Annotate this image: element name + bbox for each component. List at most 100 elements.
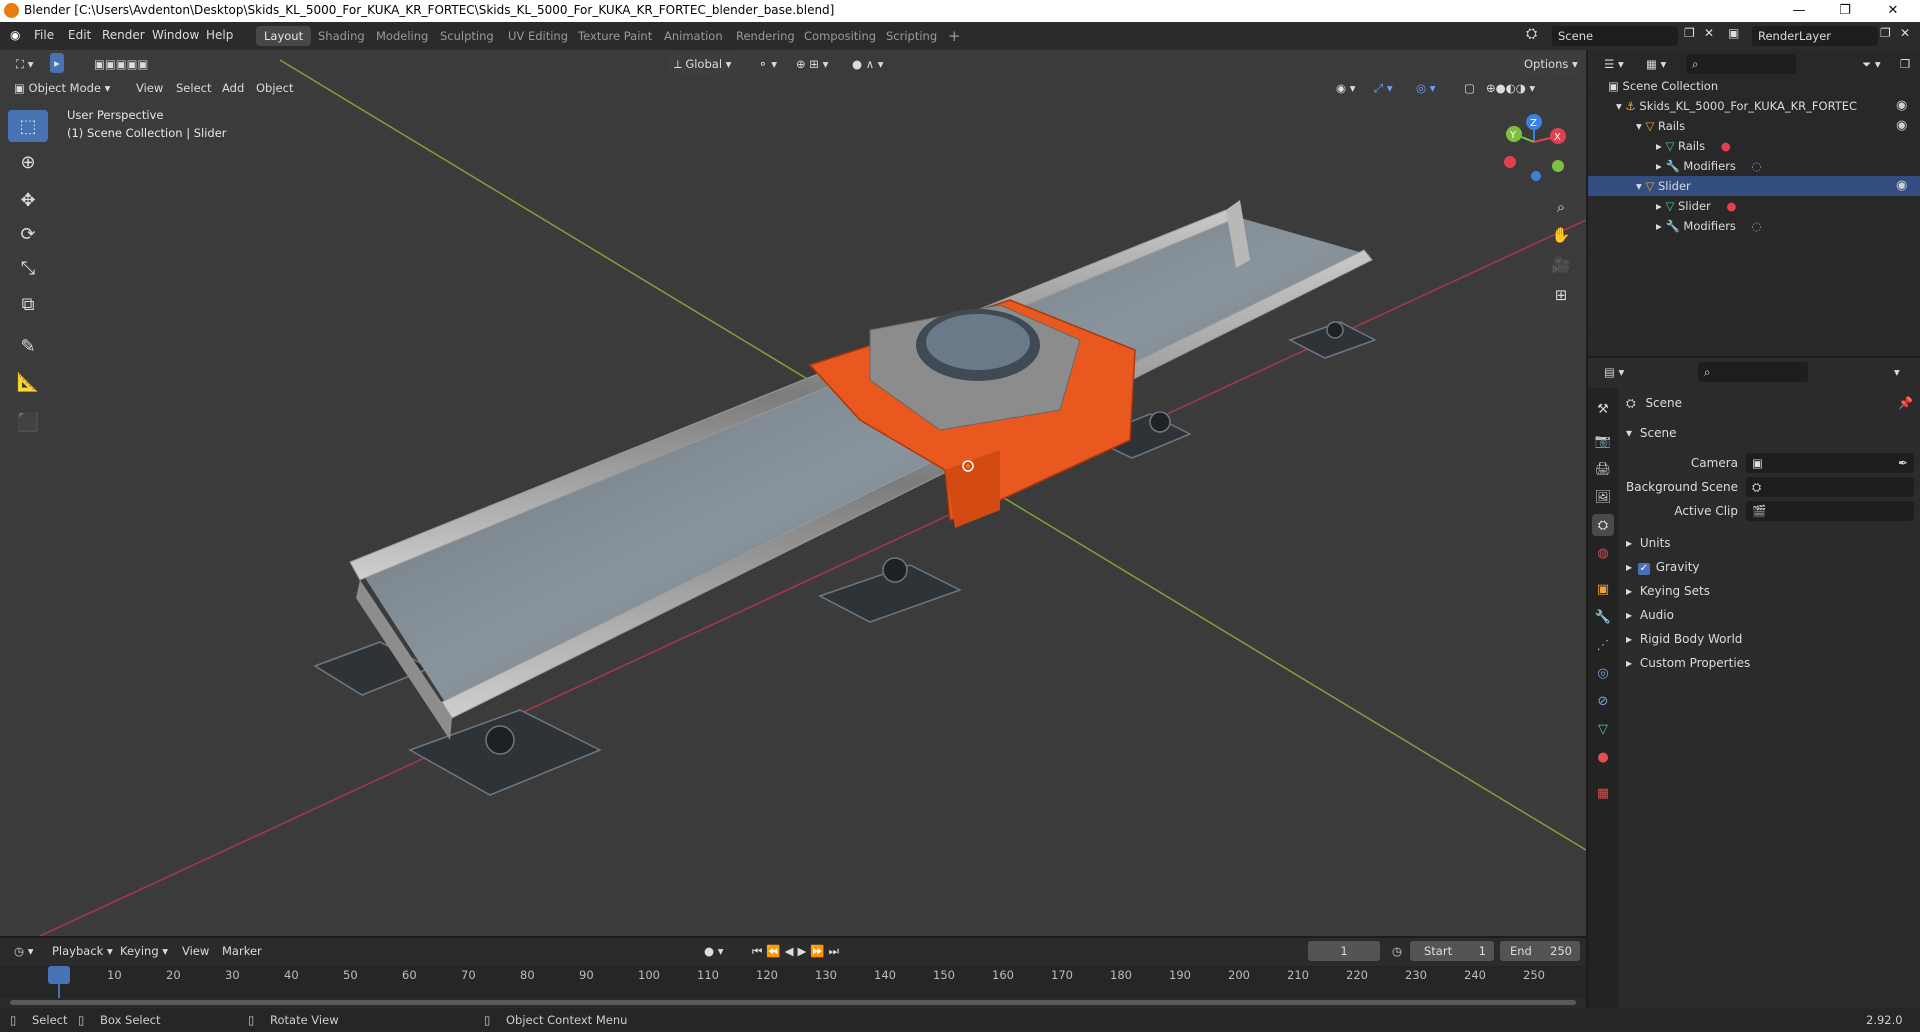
- object-tab-icon[interactable]: ▣: [1592, 578, 1614, 600]
- modifiers-tab-icon[interactable]: 🔧: [1592, 606, 1614, 628]
- menu-file[interactable]: File: [34, 28, 54, 42]
- render-tab-icon[interactable]: 📷: [1592, 430, 1614, 452]
- timeline-scrollbar[interactable]: [10, 1000, 1576, 1005]
- eye-icon[interactable]: ◉: [1896, 96, 1907, 116]
- chevron-down-icon[interactable]: ▾: [1636, 179, 1642, 193]
- viewport-menu-object[interactable]: Object: [250, 78, 299, 98]
- tab-texture-paint[interactable]: Texture Paint: [570, 26, 660, 46]
- preview-range-icon[interactable]: ◷: [1386, 941, 1408, 961]
- outliner-search-input[interactable]: ⌕: [1686, 54, 1796, 74]
- chevron-down-icon[interactable]: ▾: [1616, 99, 1622, 113]
- add-workspace-button[interactable]: +: [940, 26, 969, 46]
- data-tab-icon[interactable]: ▽: [1592, 718, 1614, 740]
- renderlayer-selector[interactable]: RenderLayer: [1752, 26, 1878, 46]
- delete-renderlayer-icon[interactable]: ✕: [1900, 26, 1910, 40]
- timeline-menu-playback[interactable]: Playback ▾: [46, 941, 119, 961]
- transform-tool[interactable]: ⧉: [8, 288, 48, 320]
- gizmo-toggle-icon[interactable]: ⤢ ▾: [1368, 78, 1399, 98]
- start-frame-field[interactable]: Start 1: [1410, 941, 1494, 961]
- menu-help[interactable]: Help: [206, 28, 233, 42]
- tab-compositing[interactable]: Compositing: [796, 26, 884, 46]
- properties-editor-icon[interactable]: ▤ ▾: [1598, 362, 1630, 382]
- playback-controls-icons[interactable]: ⏮⏪◀▶⏩⏭: [746, 941, 849, 961]
- units-section[interactable]: ▸ Units: [1620, 532, 1920, 554]
- properties-search-input[interactable]: ⌕: [1698, 362, 1808, 382]
- timeline-editor-icon[interactable]: ◷ ▾: [8, 941, 39, 961]
- view-layer-tab-icon[interactable]: 🖼: [1592, 486, 1614, 508]
- playhead[interactable]: [48, 966, 70, 984]
- timeline-menu-view[interactable]: View: [176, 941, 215, 961]
- chevron-right-icon[interactable]: ▸: [1656, 159, 1662, 173]
- timeline-track[interactable]: 1102030405060708090100110120130140150160…: [0, 966, 1586, 998]
- annotate-tool[interactable]: ✎: [8, 330, 48, 362]
- eyedropper-icon[interactable]: ✒: [1898, 452, 1908, 474]
- measure-tool[interactable]: 📐: [8, 366, 48, 398]
- tab-sculpting[interactable]: Sculpting: [432, 26, 502, 46]
- delete-scene-icon[interactable]: ✕: [1704, 26, 1714, 40]
- background-scene-field[interactable]: ⛭: [1746, 477, 1914, 497]
- move-tool[interactable]: ✥: [8, 184, 48, 216]
- new-collection-icon[interactable]: ❐: [1894, 54, 1916, 74]
- selection-mode-icons[interactable]: ▣▣▣▣▣: [88, 54, 154, 74]
- tab-rendering[interactable]: Rendering: [728, 26, 803, 46]
- select-tool-icon[interactable]: ▸: [50, 53, 64, 73]
- end-frame-field[interactable]: End 250: [1500, 941, 1580, 961]
- options-button[interactable]: Options ▾: [1518, 54, 1584, 74]
- scene-icon[interactable]: ⛭: [1526, 26, 1537, 42]
- menu-render[interactable]: Render: [102, 28, 145, 42]
- scale-tool[interactable]: ⤡: [8, 252, 48, 284]
- tab-animation[interactable]: Animation: [656, 26, 731, 46]
- navigation-gizmo[interactable]: Z X Y: [1496, 112, 1576, 188]
- physics-tab-icon[interactable]: ◎: [1592, 662, 1614, 684]
- add-cube-tool[interactable]: ⬛: [8, 406, 48, 438]
- outliner-row-rails-modifiers[interactable]: ▸ 🔧 Modifiers ◌: [1588, 156, 1920, 176]
- viewport-menu-view[interactable]: View: [130, 78, 169, 98]
- tab-scripting[interactable]: Scripting: [878, 26, 945, 46]
- tab-uv-editing[interactable]: UV Editing: [500, 26, 576, 46]
- world-tab-icon[interactable]: ◍: [1592, 542, 1614, 564]
- outliner-row-slider-object[interactable]: ▾ ▽ Slider ◉: [1588, 176, 1920, 196]
- editor-type-icon[interactable]: ⛶ ▾: [10, 54, 39, 74]
- tool-tab-icon[interactable]: ⚒: [1592, 398, 1614, 420]
- current-frame-field[interactable]: 1: [1308, 941, 1380, 961]
- panel-options-icon[interactable]: ▾: [1888, 362, 1906, 382]
- viewport-menu-select[interactable]: Select: [170, 78, 217, 98]
- visibility-icon[interactable]: ◉ ▾: [1330, 78, 1361, 98]
- 3d-viewport[interactable]: [0, 50, 1586, 936]
- renderlayer-icon[interactable]: ▣: [1728, 26, 1739, 40]
- display-mode-icon[interactable]: ▦ ▾: [1640, 54, 1672, 74]
- chevron-down-icon[interactable]: ▾: [1636, 119, 1642, 133]
- constraints-tab-icon[interactable]: ⊘: [1592, 690, 1614, 712]
- blender-menu-icon[interactable]: ◉: [10, 28, 20, 42]
- proportional-edit-icon[interactable]: ● ∧ ▾: [846, 54, 890, 74]
- menu-window[interactable]: Window: [152, 28, 199, 42]
- menu-edit[interactable]: Edit: [68, 28, 91, 42]
- scene-selector[interactable]: Scene: [1552, 26, 1678, 46]
- scene-tab-icon[interactable]: ⛭: [1592, 514, 1614, 536]
- camera-view-icon[interactable]: 🎥: [1548, 252, 1574, 278]
- outliner-row-scene-collection[interactable]: ▣ Scene Collection: [1588, 76, 1920, 96]
- outliner-editor-icon[interactable]: ☰ ▾: [1598, 54, 1630, 74]
- tab-shading[interactable]: Shading: [310, 26, 373, 46]
- minimize-button[interactable]: —: [1776, 0, 1822, 22]
- outliner-row-slider-modifiers[interactable]: ▸ 🔧 Modifiers ◌: [1588, 216, 1920, 236]
- new-scene-icon[interactable]: ❐: [1684, 26, 1695, 40]
- outliner-row-rails-object[interactable]: ▾ ▽ Rails ◉: [1588, 116, 1920, 136]
- pivot-icon[interactable]: ⚬ ▾: [752, 54, 783, 74]
- snap-icon[interactable]: ⊕ ⊞ ▾: [790, 54, 834, 74]
- material-tab-icon[interactable]: ●: [1592, 746, 1614, 768]
- chevron-right-icon[interactable]: ▸: [1656, 139, 1662, 153]
- outliner-row-skids[interactable]: ▾ ⚓ Skids_KL_5000_For_KUKA_KR_FORTEC ◉: [1588, 96, 1920, 116]
- output-tab-icon[interactable]: 🖨: [1592, 458, 1614, 480]
- chevron-right-icon[interactable]: ▸: [1656, 219, 1662, 233]
- eye-icon[interactable]: ◉: [1896, 176, 1907, 196]
- xray-icon[interactable]: ▢: [1458, 78, 1481, 98]
- timeline-menu-keying[interactable]: Keying ▾: [114, 941, 174, 961]
- keying-sets-section[interactable]: ▸ Keying Sets: [1620, 580, 1920, 602]
- overlay-toggle-icon[interactable]: ◎ ▾: [1410, 78, 1441, 98]
- select-box-tool[interactable]: ⬚: [8, 110, 48, 142]
- tab-modeling[interactable]: Modeling: [368, 26, 436, 46]
- camera-field[interactable]: ▣: [1746, 453, 1914, 473]
- cursor-tool[interactable]: ⊕: [8, 146, 48, 178]
- shading-modes-icons[interactable]: ⊕●◐◑ ▾: [1480, 78, 1541, 98]
